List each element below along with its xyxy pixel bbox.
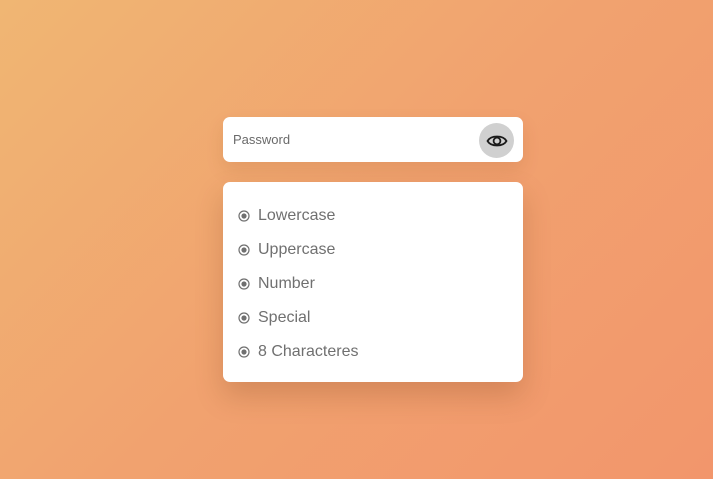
requirement-label: Special xyxy=(258,309,311,326)
radio-dot-icon xyxy=(238,278,250,290)
requirement-length: 8 Characteres xyxy=(238,340,359,364)
requirement-label: Lowercase xyxy=(258,207,336,224)
show-password-button[interactable] xyxy=(479,123,514,158)
radio-dot-icon xyxy=(238,312,250,324)
requirement-label: Uppercase xyxy=(258,241,336,258)
requirement-uppercase: Uppercase xyxy=(238,238,335,262)
password-requirements-panel: Lowercase Uppercase Number Special 8 Cha… xyxy=(223,182,523,382)
requirement-label: 8 Characteres xyxy=(258,343,359,360)
requirement-label: Number xyxy=(258,275,315,292)
requirement-number: Number xyxy=(238,272,315,296)
requirement-lowercase: Lowercase xyxy=(238,204,335,228)
requirement-special: Special xyxy=(238,306,310,330)
password-field-container xyxy=(223,117,523,162)
radio-dot-icon xyxy=(238,210,250,222)
radio-dot-icon xyxy=(238,346,250,358)
password-input[interactable] xyxy=(233,125,473,153)
eye-icon xyxy=(486,135,507,146)
radio-dot-icon xyxy=(238,244,250,256)
